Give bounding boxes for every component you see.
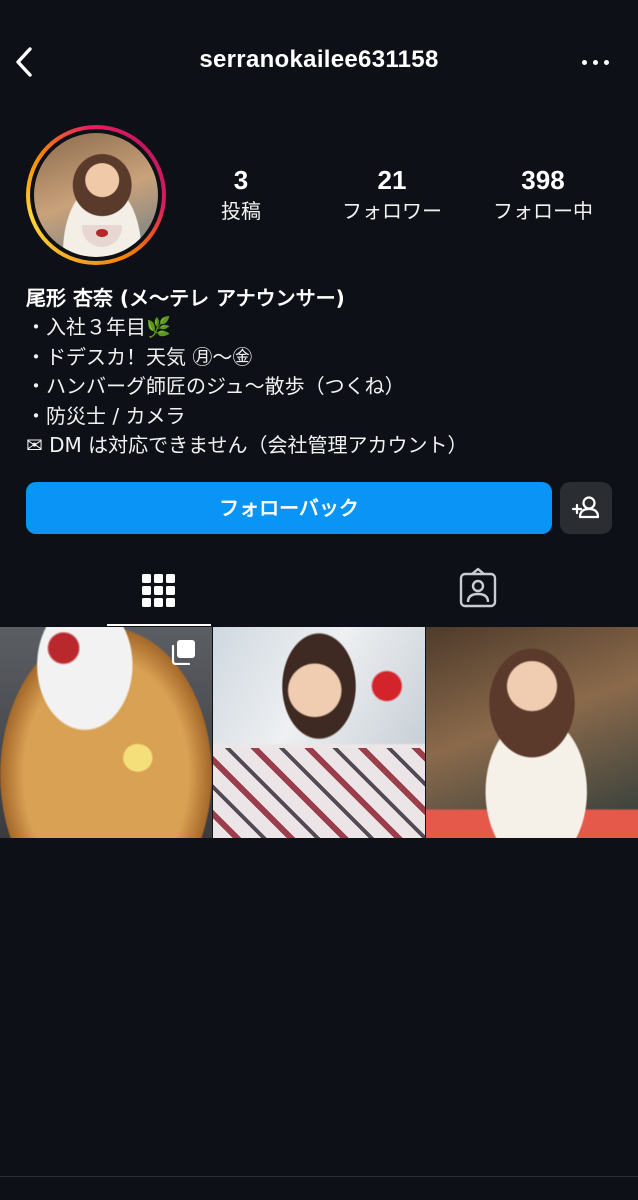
posts-label: 投稿 [221, 199, 261, 223]
tab-tagged[interactable] [426, 560, 530, 626]
following-count: 398 [521, 165, 565, 195]
posts-count: 3 [233, 165, 249, 195]
story-ring[interactable] [26, 125, 166, 265]
followers-stat[interactable]: 21 フォロワー [322, 164, 462, 226]
followers-label: フォロワー [342, 199, 442, 223]
tagged-person-icon [459, 567, 497, 608]
bio-line: ・防災士 / カメラ [26, 403, 186, 428]
add-person-icon [571, 496, 600, 519]
avatar-dessert-bowl [82, 225, 122, 247]
avatar [34, 133, 158, 257]
posts-stat[interactable]: 3 投稿 [171, 164, 311, 226]
profile-bio: 尾形 杏奈 (メ〜テレ アナウンサー) ・入社３年目🌿 ・ドデスカ！天気 ㊊〜㊎… [26, 283, 626, 461]
bio-line: ・ハンバーグ師匠のジュ〜散歩（つくね） [26, 374, 405, 398]
post-thumbnail[interactable] [213, 627, 425, 838]
follow-back-button[interactable]: フォローバック [26, 482, 552, 534]
post-thumbnail[interactable] [426, 627, 638, 838]
back-button[interactable] [12, 44, 40, 80]
bio-line: ✉ DM は対応できません（会社管理アカウント） [26, 433, 468, 457]
following-stat[interactable]: 398 フォロー中 [473, 164, 613, 226]
following-label: フォロー中 [493, 199, 593, 223]
top-bar: serranokailee631158 [0, 30, 638, 94]
multiple-photos-icon [171, 640, 195, 665]
chevron-left-icon [16, 47, 32, 77]
more-horizontal-icon [582, 60, 587, 65]
tab-posts-grid[interactable] [107, 560, 211, 626]
suggest-people-button[interactable] [560, 482, 612, 534]
post-thumbnail[interactable] [0, 627, 212, 838]
bottom-divider [0, 1176, 638, 1177]
post-image-pattern [213, 748, 425, 838]
followers-count: 21 [377, 165, 407, 195]
display-name: 尾形 杏奈 (メ〜テレ アナウンサー) [26, 286, 345, 310]
posts-grid [0, 627, 638, 838]
grid-icon [142, 574, 175, 607]
profile-tabs [0, 560, 638, 626]
profile-username: serranokailee631158 [199, 46, 439, 73]
bio-line: ・ドデスカ！天気 ㊊〜㊎ [26, 344, 253, 369]
more-options-button[interactable] [580, 58, 612, 68]
bio-line: ・入社３年目🌿 [26, 315, 171, 339]
